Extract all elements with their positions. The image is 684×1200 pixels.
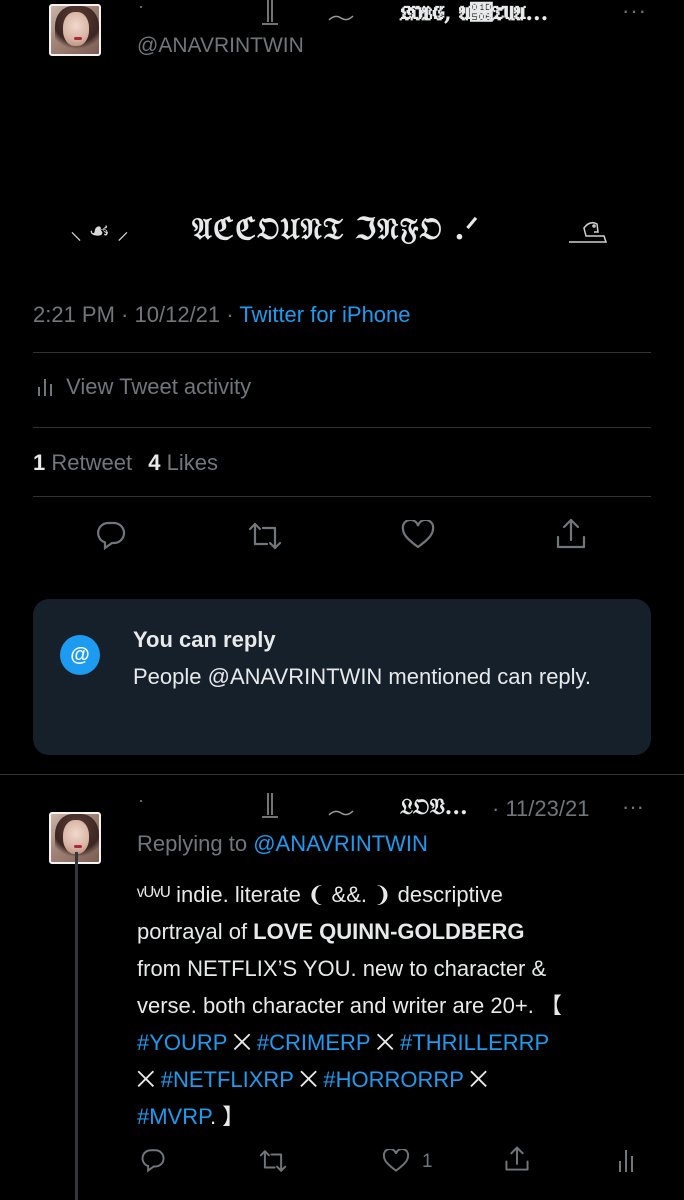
- view-activity-label: View Tweet activity: [66, 374, 252, 399]
- retweet-label: Retweet: [51, 450, 133, 475]
- tweet-prefix-decor: ⸜ ☙ ⸝: [70, 218, 129, 245]
- separator: ⨉: [137, 1067, 161, 1092]
- separator: ⨉: [227, 1030, 257, 1055]
- more-icon[interactable]: ···: [622, 0, 647, 24]
- tweet-date: 10/12/21: [134, 302, 221, 327]
- thread-line: [75, 852, 78, 1200]
- separator-dot: ·: [121, 302, 135, 327]
- handle[interactable]: @ANAVRINTWIN: [137, 34, 304, 58]
- divider: [33, 352, 651, 353]
- separator: ⨉: [293, 1067, 324, 1092]
- retweet-icon[interactable]: [247, 520, 283, 552]
- reply-name-decor: ·: [138, 790, 144, 810]
- reply-more-icon[interactable]: ···: [622, 794, 644, 820]
- card-body: People @ANAVRINTWIN mentioned can reply.: [133, 664, 592, 689]
- divider: [33, 496, 651, 497]
- tweet-time: 2:21 PM: [33, 302, 115, 327]
- stats-row: 1 Retweet 4 Likes: [33, 450, 218, 476]
- reply-icon[interactable]: [140, 1147, 166, 1173]
- avatar[interactable]: [49, 4, 101, 56]
- reply-line: portrayal of LOVE QUINN-GOLDBERG: [137, 913, 657, 950]
- separator-dot: ·: [226, 302, 240, 327]
- divider: [0, 774, 684, 775]
- hashtag[interactable]: #CRIMERP: [257, 1030, 370, 1055]
- reply-line: ⨉ #NETFLIXRP ⨉ #HORRORRP ⨉: [137, 1061, 657, 1098]
- analytics-icon[interactable]: [617, 1147, 635, 1173]
- reply-display-name[interactable]: 𝔏𝔒𝔙...: [400, 794, 468, 820]
- like-icon[interactable]: [401, 520, 435, 550]
- hashtag[interactable]: #YOURP: [137, 1030, 227, 1055]
- reply-line: ᵛᵁᵛᵁ indie. literate ❨ &&. ❩ descriptive: [137, 882, 503, 907]
- reply-text: ᵛᵁᵛᵁ indie. literate ❨ &&. ❩ descriptive…: [137, 876, 657, 1135]
- at-icon: @: [60, 635, 100, 675]
- hashtag[interactable]: #HORRORRP: [323, 1067, 463, 1092]
- tweet-source-link[interactable]: Twitter for iPhone: [239, 302, 410, 327]
- display-name[interactable]: 𝔏𝔒𝔙𝔈, 𝔄𝔆𝔗𝔘𝔄...: [400, 0, 548, 26]
- timestamp-row: 2:21 PM · 10/12/21 · Twitter for iPhone: [33, 302, 411, 328]
- share-icon[interactable]: [555, 517, 587, 551]
- replying-label: Replying to: [137, 831, 248, 856]
- reply-line: #MVRP. 】: [137, 1098, 657, 1135]
- reply-line-pre: portrayal of: [137, 919, 254, 944]
- like-icon[interactable]: [382, 1149, 410, 1173]
- hashtag[interactable]: #NETFLIXRP: [161, 1067, 294, 1092]
- activity-icon: [38, 379, 52, 396]
- wave-decor-icon: [328, 15, 354, 21]
- pillar-decor-icon: [262, 793, 278, 818]
- reply-icon[interactable]: [95, 519, 127, 551]
- tweet-text: 𝔄ℭℭ𝔒𝔘𝔑𝔗 ℑ𝔑𝔉𝔒 .ᐟ: [192, 212, 480, 247]
- card-title: You can reply: [133, 627, 276, 652]
- replying-handle[interactable]: @ANAVRINTWIN: [253, 831, 428, 856]
- reply-like-count: 1: [422, 1151, 433, 1172]
- pillar-decor-icon: [262, 0, 278, 25]
- reply-line-end: . 】: [209, 1104, 245, 1129]
- separator: ⨉: [463, 1067, 488, 1092]
- retweet-icon[interactable]: [258, 1148, 288, 1174]
- likes-link[interactable]: 4 Likes: [148, 450, 218, 475]
- like-count: 4: [148, 450, 161, 475]
- reply-line: #YOURP ⨉ #CRIMERP ⨉ #THRILLERRP: [137, 1024, 657, 1061]
- wave-decor-icon: [328, 810, 354, 816]
- retweet-count: 1: [33, 450, 46, 475]
- reply-date[interactable]: · 11/23/21: [492, 796, 589, 822]
- reply-line: from NETFLIX’S YOU. new to character &: [137, 956, 547, 981]
- sphinx-decor-icon: [569, 221, 608, 243]
- hashtag[interactable]: #MVRP: [137, 1104, 210, 1129]
- retweets-link[interactable]: 1 Retweet: [33, 450, 138, 475]
- reply-line: verse. both character and writer are 20+…: [137, 993, 562, 1018]
- name-decor: ·: [138, 0, 144, 16]
- character-name: LOVE QUINN-GOLDBERG: [253, 919, 525, 944]
- replying-to: Replying to @ANAVRINTWIN: [137, 831, 428, 857]
- view-activity-button[interactable]: View Tweet activity: [36, 374, 251, 400]
- share-icon[interactable]: [504, 1145, 530, 1173]
- hashtag[interactable]: #THRILLERRP: [400, 1030, 549, 1055]
- reply-permission-card: @ You can reply People @ANAVRINTWIN ment…: [33, 599, 651, 755]
- separator: ⨉: [370, 1030, 401, 1055]
- divider: [33, 427, 651, 428]
- like-label: Likes: [166, 450, 218, 475]
